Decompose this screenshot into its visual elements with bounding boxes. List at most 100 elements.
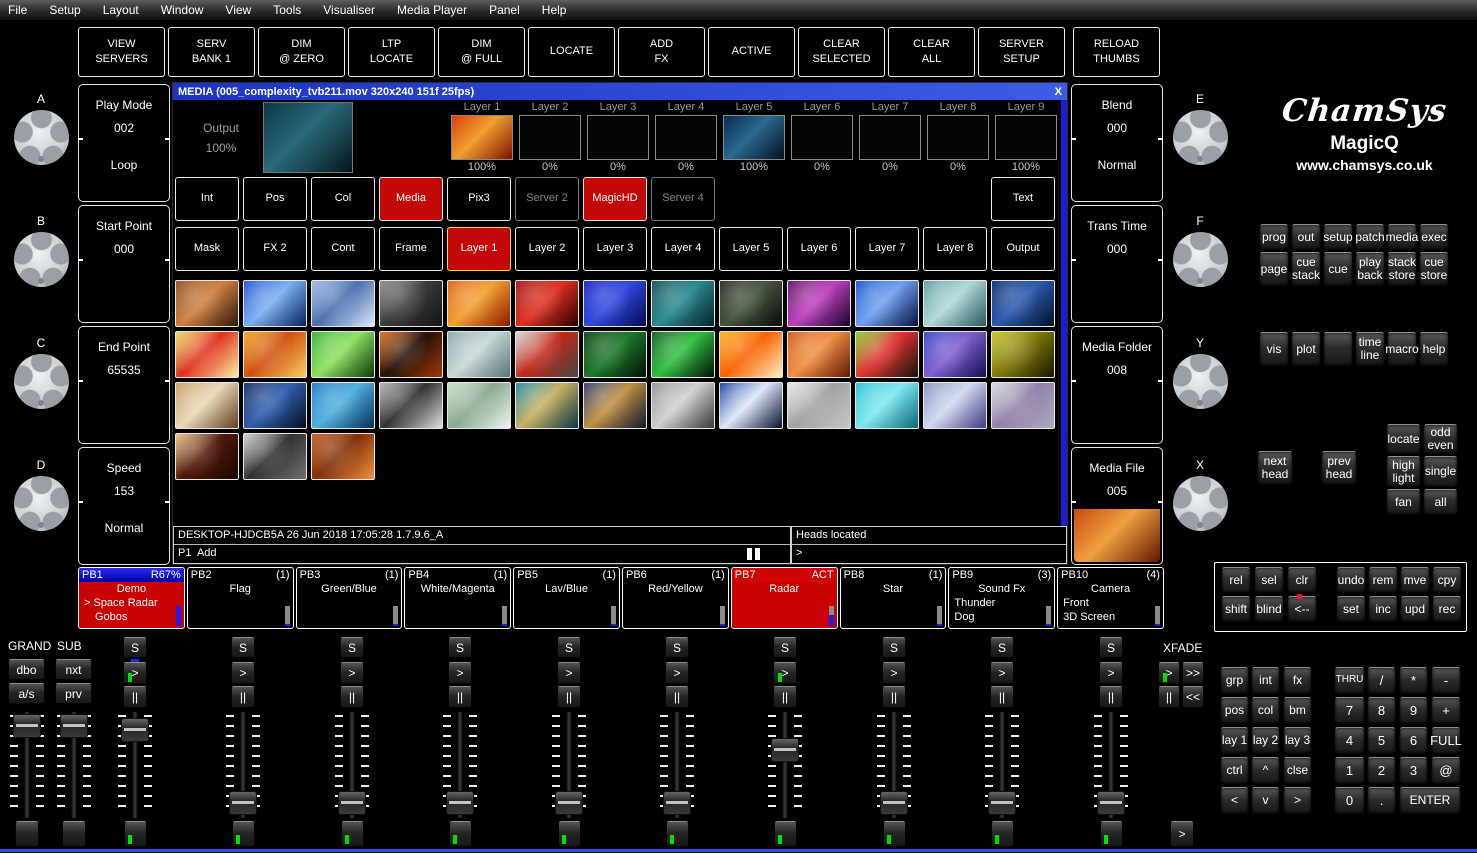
playback-pb4[interactable]: PB4(1)White/Magenta bbox=[404, 567, 511, 629]
tab-output[interactable]: Output bbox=[991, 227, 1055, 271]
keypad-col[interactable]: col bbox=[1251, 697, 1280, 724]
media-thumbnail[interactable] bbox=[515, 382, 579, 429]
keypad-fx[interactable]: fx bbox=[1283, 667, 1312, 694]
pb6-select-button[interactable]: S bbox=[665, 637, 689, 658]
keypad-full[interactable]: FULL bbox=[1431, 727, 1461, 754]
tab-media[interactable]: Media bbox=[379, 177, 443, 221]
pb6-flash-button[interactable] bbox=[666, 821, 689, 847]
key-locate[interactable]: locate bbox=[1386, 424, 1421, 454]
keypad-9[interactable]: 9 bbox=[1399, 697, 1428, 724]
tab-text[interactable]: Text bbox=[991, 177, 1055, 221]
menu-panel[interactable]: Panel bbox=[489, 3, 520, 17]
pb2-select-button[interactable]: S bbox=[231, 637, 255, 658]
keypad-thru[interactable]: THRU bbox=[1334, 667, 1365, 694]
keypad-lay-3[interactable]: lay 3 bbox=[1283, 727, 1312, 754]
key-all[interactable]: all bbox=[1423, 489, 1458, 515]
pb2-go-button[interactable]: > bbox=[231, 662, 255, 684]
top-button-server-setup[interactable]: SERVER SETUP bbox=[978, 27, 1065, 77]
pb1-fader[interactable] bbox=[117, 712, 153, 818]
key-prog[interactable]: prog bbox=[1259, 224, 1289, 250]
tab-mask[interactable]: Mask bbox=[175, 227, 239, 271]
pb6-fader[interactable] bbox=[659, 712, 695, 818]
xfade-back-button[interactable]: << bbox=[1182, 686, 1204, 708]
media-thumbnail[interactable] bbox=[311, 331, 375, 378]
media-thumbnail[interactable] bbox=[651, 280, 715, 327]
layer-thumbnail[interactable] bbox=[995, 115, 1057, 160]
grand-as-button[interactable]: a/s bbox=[8, 683, 45, 704]
key-mve[interactable]: mve bbox=[1400, 567, 1430, 593]
key-odd-even[interactable]: odd even bbox=[1423, 424, 1458, 454]
menu-tools[interactable]: Tools bbox=[273, 3, 301, 17]
pb9-flash-button[interactable] bbox=[991, 821, 1014, 847]
pb7-pause-button[interactable]: || bbox=[773, 686, 797, 708]
key-blank[interactable]: <-- bbox=[1287, 596, 1317, 622]
media-thumbnail[interactable] bbox=[515, 331, 579, 378]
key-upd[interactable]: upd bbox=[1400, 596, 1430, 622]
encoder-wheel-c[interactable] bbox=[14, 354, 69, 409]
keypad-blank[interactable]: - bbox=[1431, 667, 1461, 694]
tab-layer-6[interactable]: Layer 6 bbox=[787, 227, 851, 271]
sub-flash-button[interactable] bbox=[62, 821, 86, 847]
playback-pb10[interactable]: PB10(4)CameraFront3D Screen bbox=[1057, 567, 1164, 629]
media-thumbnail[interactable] bbox=[787, 331, 851, 378]
pb2-fader[interactable] bbox=[225, 712, 261, 818]
keypad-blank[interactable]: * bbox=[1399, 667, 1428, 694]
media-thumbnail[interactable] bbox=[243, 382, 307, 429]
menu-view[interactable]: View bbox=[225, 3, 251, 17]
media-thumbnail[interactable] bbox=[175, 433, 239, 480]
key-sel[interactable]: sel bbox=[1254, 567, 1284, 593]
media-thumbnail[interactable] bbox=[855, 382, 919, 429]
media-thumbnail[interactable] bbox=[583, 280, 647, 327]
tab-cont[interactable]: Cont bbox=[311, 227, 375, 271]
keypad-bm[interactable]: bm bbox=[1283, 697, 1312, 724]
key-cue-stack[interactable]: cue stack bbox=[1291, 252, 1321, 286]
encoder-wheel-x[interactable] bbox=[1173, 476, 1228, 531]
sub-prev-button[interactable]: prv bbox=[55, 683, 92, 704]
pb9-fader[interactable] bbox=[984, 712, 1020, 818]
pb5-go-button[interactable]: > bbox=[557, 662, 581, 684]
pb7-fader[interactable] bbox=[767, 712, 803, 818]
top-button-active[interactable]: ACTIVE bbox=[708, 27, 795, 77]
media-thumbnail[interactable] bbox=[991, 382, 1055, 429]
top-button-serv-bank-1[interactable]: SERV BANK 1 bbox=[168, 27, 255, 77]
media-thumbnail[interactable] bbox=[923, 280, 987, 327]
key-page[interactable]: page bbox=[1259, 252, 1289, 286]
keypad-2[interactable]: 2 bbox=[1367, 757, 1396, 784]
menu-media-player[interactable]: Media Player bbox=[397, 3, 467, 17]
pb8-flash-button[interactable] bbox=[883, 821, 906, 847]
fader-handle[interactable] bbox=[446, 791, 474, 815]
pb6-pause-button[interactable]: || bbox=[665, 686, 689, 708]
key-cue-store[interactable]: cue store bbox=[1419, 252, 1449, 286]
media-window-titlebar[interactable]: MEDIA (005_complexity_tvb211.mov 320x240… bbox=[173, 83, 1067, 100]
encoder-wheel-f[interactable] bbox=[1173, 232, 1228, 287]
key-inc[interactable]: inc bbox=[1368, 596, 1398, 622]
tab-layer-1[interactable]: Layer 1 bbox=[447, 227, 511, 271]
pb3-go-button[interactable]: > bbox=[340, 662, 364, 684]
keypad-blank[interactable]: . bbox=[1367, 787, 1396, 814]
key-setup[interactable]: setup bbox=[1323, 224, 1353, 250]
fader-handle[interactable] bbox=[338, 791, 366, 815]
fader-handle[interactable] bbox=[771, 738, 799, 762]
playback-pb2[interactable]: PB2(1)Flag bbox=[187, 567, 294, 629]
encoder-legend-speed[interactable]: Speed153Normal bbox=[78, 447, 170, 565]
key-high-light[interactable]: high light bbox=[1386, 456, 1421, 487]
keypad-3[interactable]: 3 bbox=[1399, 757, 1428, 784]
key-play-back[interactable]: play back bbox=[1355, 252, 1385, 286]
media-thumbnail[interactable] bbox=[379, 280, 443, 327]
top-button-dim-full[interactable]: DIM @ FULL bbox=[438, 27, 525, 77]
key-blank[interactable] bbox=[1323, 332, 1353, 366]
pb1-select-button[interactable]: S bbox=[123, 637, 147, 658]
encoder-legend-play-mode[interactable]: Play Mode002Loop bbox=[78, 84, 170, 202]
tab-layer-7[interactable]: Layer 7 bbox=[855, 227, 919, 271]
sub-next-button[interactable]: nxt bbox=[55, 659, 92, 680]
media-thumbnail[interactable] bbox=[719, 280, 783, 327]
keypad-1[interactable]: 1 bbox=[1334, 757, 1365, 784]
key-shift[interactable]: shift bbox=[1221, 596, 1251, 622]
media-thumbnail[interactable] bbox=[787, 382, 851, 429]
pb8-pause-button[interactable]: || bbox=[882, 686, 906, 708]
pb1-go-button[interactable]: > bbox=[123, 662, 147, 684]
pb3-fader[interactable] bbox=[334, 712, 370, 818]
top-button-clear-selected[interactable]: CLEAR SELECTED bbox=[798, 27, 885, 77]
xfade-pause-button[interactable]: || bbox=[1158, 686, 1180, 708]
encoder-legend-start-point[interactable]: Start Point000 bbox=[78, 205, 170, 323]
